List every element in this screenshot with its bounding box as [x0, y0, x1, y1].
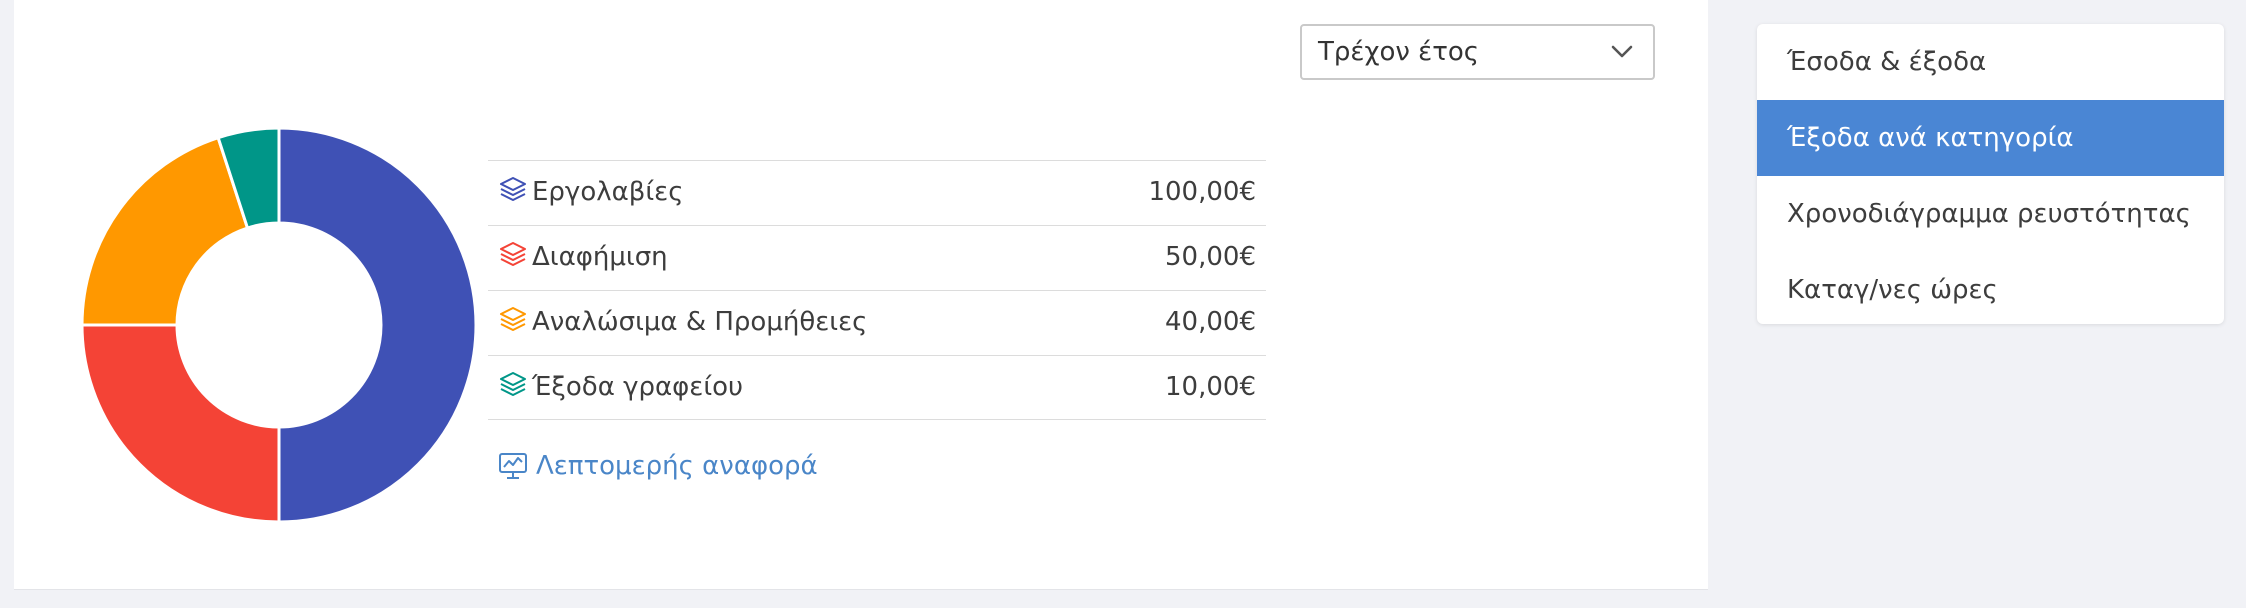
period-select-value: Τρέχον έτος	[1318, 37, 1480, 67]
menu-item-label: Χρονοδιάγραμμα ρευστότητας	[1787, 199, 2191, 229]
layers-icon	[500, 372, 526, 396]
menu-item-expenses-by-category[interactable]: Έξοδα ανά κατηγορία	[1757, 100, 2224, 176]
legend-label: Εργολαβίες	[532, 177, 684, 207]
legend-row: Εργολαβίες 100,00€	[488, 160, 1266, 225]
donut-slice[interactable]	[277, 126, 478, 524]
menu-item-label: Έσοδα & έξοδα	[1787, 47, 1987, 77]
legend-amount: 100,00€	[1148, 177, 1256, 207]
layers-icon	[500, 242, 526, 266]
legend-amount: 50,00€	[1165, 242, 1256, 272]
legend-row: Αναλώσιμα & Προμήθειες 40,00€	[488, 290, 1266, 355]
menu-item-label: Έξοδα ανά κατηγορία	[1787, 123, 2074, 153]
monitor-chart-icon	[499, 453, 527, 479]
category-legend: Εργολαβίες 100,00€ Διαφήμιση 50,00€ Αναλ…	[488, 160, 1266, 420]
menu-item-income-expenses[interactable]: Έσοδα & έξοδα	[1757, 24, 2224, 100]
legend-label: Έξοδα γραφείου	[532, 372, 744, 402]
legend-amount: 40,00€	[1165, 307, 1256, 337]
legend-row: Έξοδα γραφείου 10,00€	[488, 355, 1266, 420]
detailed-report-label: Λεπτομερής αναφορά	[536, 451, 818, 481]
legend-label: Αναλώσιμα & Προμήθειες	[532, 307, 868, 337]
report-type-menu: Έσοδα & έξοδα Έξοδα ανά κατηγορία Χρονοδ…	[1757, 24, 2224, 324]
expense-donut-chart	[80, 126, 478, 524]
layers-icon	[500, 177, 526, 201]
menu-item-cashflow-timeline[interactable]: Χρονοδιάγραμμα ρευστότητας	[1757, 176, 2224, 252]
detailed-report-link[interactable]: Λεπτομερής αναφορά	[498, 446, 818, 486]
legend-label: Διαφήμιση	[532, 242, 668, 272]
report-card: Τρέχον έτος Εργολαβίες 100,00€ Διαφήμιση…	[14, 0, 1708, 590]
legend-amount: 10,00€	[1165, 372, 1256, 402]
layers-icon	[500, 307, 526, 331]
menu-item-logged-hours[interactable]: Καταγ/νες ώρες	[1757, 252, 2224, 324]
donut-slice[interactable]	[80, 135, 250, 327]
legend-row: Διαφήμιση 50,00€	[488, 225, 1266, 290]
donut-slice[interactable]	[80, 323, 281, 524]
chevron-down-icon	[1611, 45, 1633, 58]
menu-item-label: Καταγ/νες ώρες	[1787, 275, 1998, 305]
period-select[interactable]: Τρέχον έτος	[1300, 24, 1655, 80]
